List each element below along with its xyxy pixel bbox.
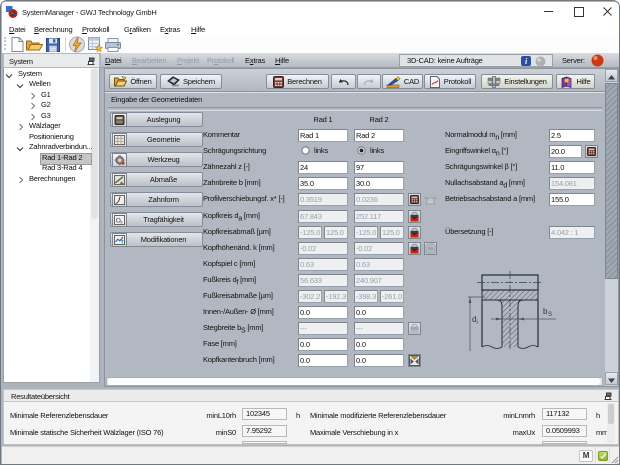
svg-text:S: S <box>548 312 552 318</box>
svg-text:i: i <box>477 320 478 326</box>
